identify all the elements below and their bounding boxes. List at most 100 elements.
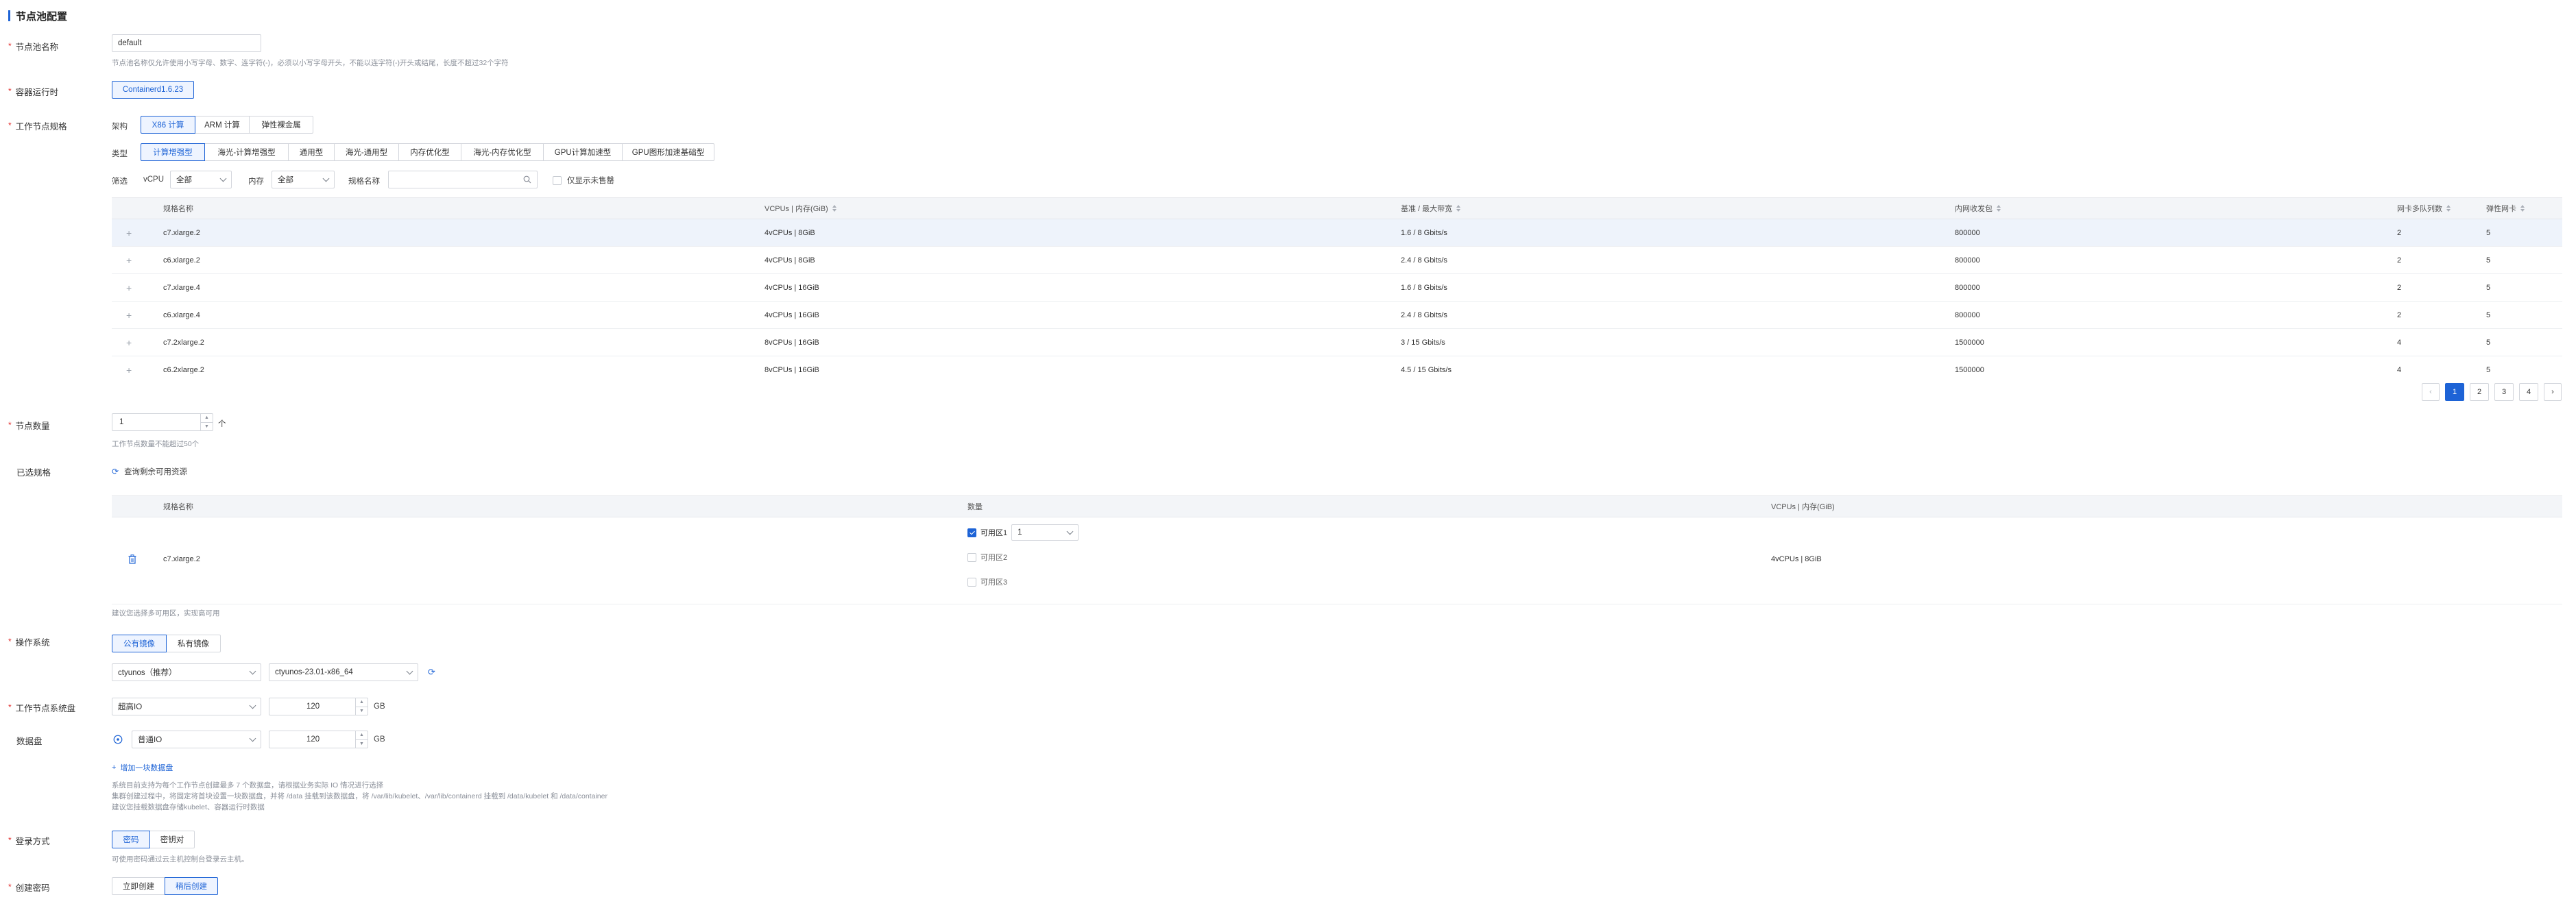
only-available-checkbox[interactable]: 仅显示未售罄 (553, 175, 614, 186)
expand-icon[interactable]: + (126, 274, 132, 302)
refresh-icon[interactable]: ⟳ (428, 667, 435, 678)
page-4-button[interactable]: 4 (2519, 383, 2538, 401)
expand-icon[interactable]: + (126, 329, 132, 356)
type-memory-button[interactable]: 内存优化型 (398, 143, 461, 161)
search-icon (523, 175, 531, 184)
login-password-button[interactable]: 密码 (112, 831, 150, 848)
runtime-option[interactable]: Containerd1.6.23 (112, 81, 194, 99)
arch-x86-button[interactable]: X86 计算 (141, 116, 195, 134)
data-disk-hint-2: 集群创建过程中，将固定将首块设置一块数据盘，并将 /data 挂载到该数据盘，将… (112, 792, 607, 800)
col-pps[interactable]: 内网收发包 (1955, 203, 2001, 214)
system-disk-unit: GB (374, 702, 385, 711)
login-hint: 可使用密码通过云主机控制台登录云主机。 (112, 855, 249, 863)
plus-icon[interactable]: + (112, 763, 116, 772)
node-count-stepper[interactable]: 1 ▲ ▼ (112, 413, 213, 431)
type-general-button[interactable]: 通用型 (288, 143, 335, 161)
pagination: ‹ 1 2 3 4 › (2422, 383, 2562, 401)
increment-icon[interactable]: ▲ (356, 731, 368, 740)
tab-private-image[interactable]: 私有镜像 (166, 635, 221, 652)
type-label: 类型 (112, 150, 128, 158)
query-resources-link[interactable]: ⟳ 查询剩余可用资源 (112, 466, 187, 477)
col-selected-name: 规格名称 (163, 503, 193, 511)
chevron-down-icon (1066, 528, 1074, 535)
expand-icon[interactable]: + (126, 356, 132, 373)
decrement-icon[interactable]: ▼ (201, 423, 213, 431)
zone-1-count-select[interactable]: 1 (1011, 524, 1079, 541)
table-row[interactable]: + c7.xlarge.2 4vCPUs | 8GiB 1.6 / 8 Gbit… (112, 219, 2562, 247)
table-row[interactable]: + c6.xlarge.2 4vCPUs | 8GiB 2.4 / 8 Gbit… (112, 247, 2562, 274)
vcpu-select[interactable]: 全部 (170, 171, 232, 188)
data-disk-type-select[interactable]: 普通IO (132, 731, 261, 748)
expand-icon[interactable]: + (126, 302, 132, 329)
type-gpu-graphics-button[interactable]: GPU图形加速基础型 (622, 143, 714, 161)
table-row[interactable]: + c6.2xlarge.2 8vCPUs | 16GiB 4.5 / 15 G… (112, 356, 2562, 373)
system-disk-size-stepper[interactable]: 120 ▲ ▼ (269, 698, 368, 715)
login-keypair-button[interactable]: 密钥对 (149, 831, 195, 848)
sort-icon[interactable] (1997, 205, 2001, 212)
password-create-segment: 立即创建 稍后创建 (112, 877, 218, 895)
expand-icon[interactable]: + (126, 247, 132, 274)
page-2-button[interactable]: 2 (2470, 383, 2489, 401)
data-disk-size-stepper[interactable]: 120 ▲ ▼ (269, 731, 368, 748)
type-hygon-general-button[interactable]: 海光-通用型 (334, 143, 399, 161)
increment-icon[interactable]: ▲ (356, 698, 368, 707)
increment-icon[interactable]: ▲ (201, 414, 213, 423)
zone-1-option[interactable]: 可用区1 1 (967, 524, 1079, 541)
type-compute-button[interactable]: 计算增强型 (141, 143, 205, 161)
os-label: * 操作系统 (8, 637, 50, 648)
page-1-button[interactable]: 1 (2445, 383, 2464, 401)
sort-icon[interactable] (1456, 205, 1461, 212)
arch-baremetal-button[interactable]: 弹性裸金属 (249, 116, 313, 134)
tab-public-image[interactable]: 公有镜像 (112, 635, 167, 652)
expand-icon[interactable]: + (126, 219, 132, 247)
chevron-down-icon (322, 175, 330, 182)
sort-icon[interactable] (2446, 205, 2451, 212)
checkbox-icon[interactable] (553, 175, 562, 185)
prev-page-button[interactable]: ‹ (2422, 383, 2440, 401)
checkbox-icon[interactable] (967, 577, 976, 587)
login-method-segment: 密码 密钥对 (112, 831, 195, 848)
sort-icon[interactable] (2520, 205, 2525, 212)
col-eni[interactable]: 弹性网卡 (2486, 203, 2525, 214)
decrement-icon[interactable]: ▼ (356, 740, 368, 748)
col-bandwidth[interactable]: 基准 / 最大带宽 (1401, 203, 1461, 214)
data-disk-label: 数据盘 (16, 736, 43, 746)
table-row[interactable]: + c7.2xlarge.2 8vCPUs | 16GiB 3 / 15 Gbi… (112, 329, 2562, 356)
arch-arm-button[interactable]: ARM 计算 (195, 116, 250, 134)
next-page-button[interactable]: › (2544, 383, 2562, 401)
zone-hint: 建议您选择多可用区，实现高可用 (112, 609, 220, 617)
section-title: 节点池配置 (8, 8, 67, 23)
col-queues[interactable]: 网卡多队列数 (2397, 203, 2451, 214)
system-disk-type-select[interactable]: 超高IO (112, 698, 261, 715)
arch-segment: X86 计算 ARM 计算 弹性裸金属 (141, 116, 313, 134)
spec-table-header (112, 197, 2562, 219)
arch-label: 架构 (112, 123, 128, 131)
type-gpu-compute-button[interactable]: GPU计算加速型 (543, 143, 623, 161)
zone-2-option[interactable]: 可用区2 (967, 552, 1007, 563)
selected-row: c7.xlarge.2 可用区1 1 可用区2 可用区3 4vCPUs | 8G… (112, 517, 2562, 604)
table-row[interactable]: + c7.xlarge.4 4vCPUs | 16GiB 1.6 / 8 Gbi… (112, 274, 2562, 302)
checkbox-icon[interactable] (967, 552, 976, 562)
sort-icon[interactable] (832, 205, 836, 212)
table-row[interactable]: + c6.xlarge.4 4vCPUs | 16GiB 2.4 / 8 Gbi… (112, 302, 2562, 329)
zone-3-option[interactable]: 可用区3 (967, 576, 1007, 587)
pool-name-input[interactable]: default (112, 34, 261, 52)
memory-select[interactable]: 全部 (272, 171, 335, 188)
page-3-button[interactable]: 3 (2494, 383, 2514, 401)
checkbox-icon[interactable] (967, 528, 976, 537)
create-now-button[interactable]: 立即创建 (112, 877, 165, 895)
os-select[interactable]: ctyunos（推荐） (112, 663, 261, 681)
type-hygon-compute-button[interactable]: 海光-计算增强型 (204, 143, 289, 161)
pool-name-hint: 节点池名称仅允许使用小写字母、数字、连字符(-)，必须以小写字母开头，不能以连字… (112, 59, 509, 67)
create-later-button[interactable]: 稍后创建 (165, 877, 218, 895)
refresh-icon[interactable]: ⟳ (112, 467, 119, 476)
type-hygon-memory-button[interactable]: 海光-内存优化型 (461, 143, 544, 161)
spec-name-search-input[interactable] (388, 171, 538, 188)
add-data-disk-link[interactable]: + 增加一块数据盘 (112, 762, 173, 773)
spec-name-label: 规格名称 (348, 177, 380, 186)
decrement-icon[interactable]: ▼ (356, 707, 368, 715)
col-spec-name: 规格名称 (163, 205, 193, 213)
trash-icon[interactable] (128, 554, 136, 566)
os-version-select[interactable]: ctyunos-23.01-x86_64 (269, 663, 418, 681)
col-cpu-mem[interactable]: VCPUs | 内存(GiB) (765, 203, 836, 214)
